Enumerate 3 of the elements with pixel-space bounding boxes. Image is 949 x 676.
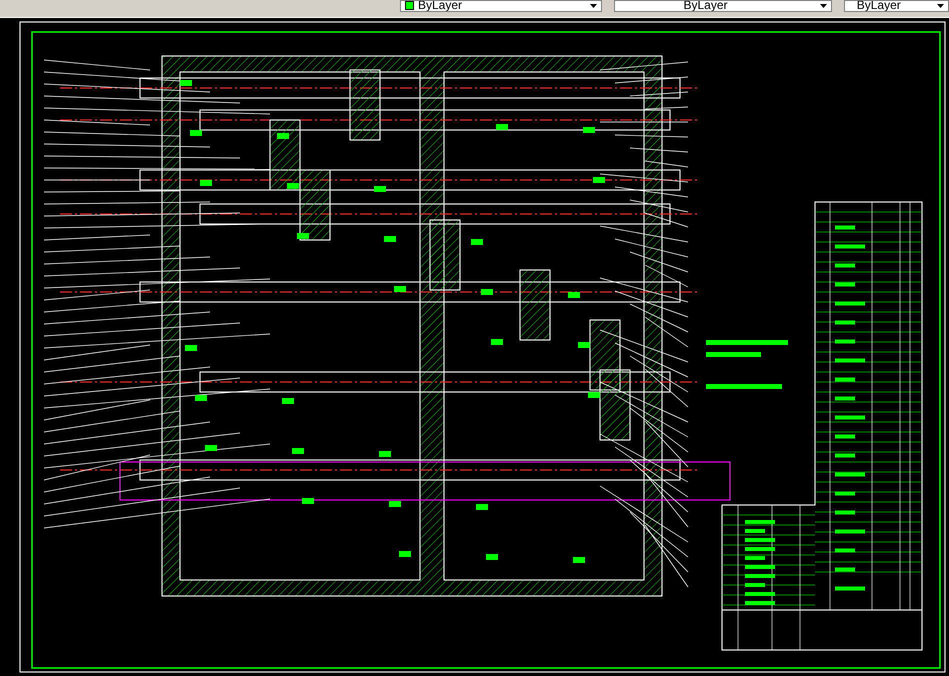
dropdown-arrow-icon	[820, 4, 827, 8]
dropdown-arrow-icon	[936, 4, 944, 8]
dropdown-arrow-icon	[590, 4, 598, 8]
